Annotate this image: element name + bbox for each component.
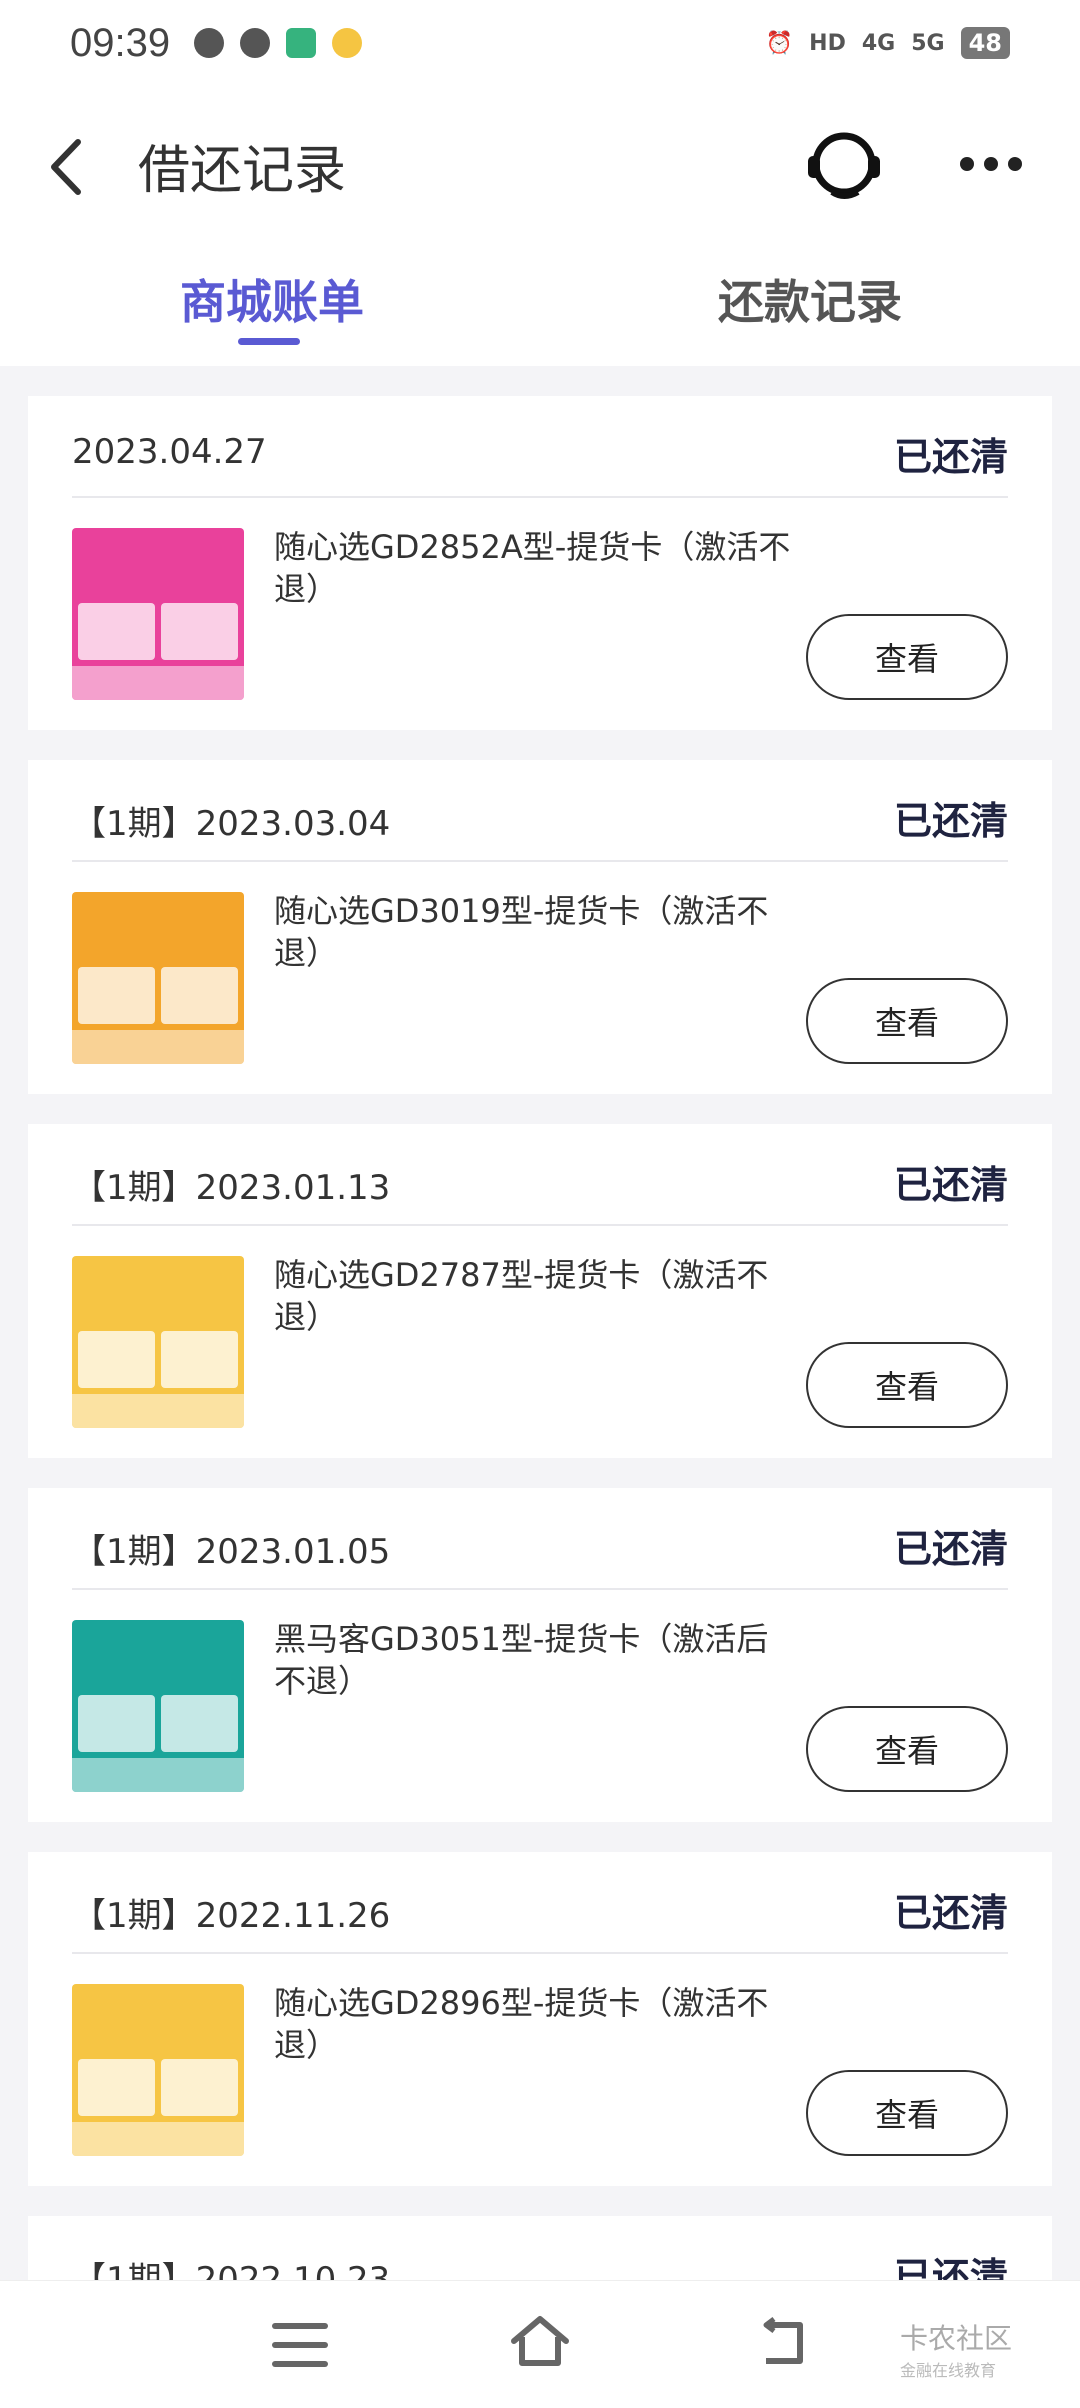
menu-icon [272, 2361, 328, 2367]
return-icon [763, 2317, 803, 2364]
product-thumbnail [72, 528, 244, 700]
view-button[interactable]: 查看 [806, 1706, 1008, 1792]
tab-mall-bills[interactable]: 商城账单 [180, 266, 364, 332]
tab-repayment-records[interactable]: 还款记录 [718, 266, 902, 332]
record-date: 【1期】2023.01.05 [72, 1532, 391, 1572]
record-card: 【1期】2023.01.05 已还清 黑马客GD3051型-提货卡（激活后不退）… [28, 1488, 1052, 1822]
watermark-logo: 卡农社区 金融在线教育 [900, 2317, 1012, 2381]
home-button[interactable] [508, 2311, 572, 2371]
record-card: 【1期】2023.03.04 已还清 随心选GD3019型-提货卡（激活不退） … [28, 760, 1052, 1094]
product-name: 黑马客GD3051型-提货卡（激活后不退） [274, 1620, 769, 1700]
system-nav-bar: 卡农社区 金融在线教育 [0, 2280, 1080, 2408]
view-button[interactable]: 查看 [806, 2070, 1008, 2156]
record-status: 已还清 [893, 1891, 1008, 1935]
record-card: 【1期】2023.01.13 已还清 随心选GD2787型-提货卡（激活不退） … [28, 1124, 1052, 1458]
product-thumbnail [72, 1620, 244, 1792]
record-status: 已还清 [893, 1527, 1008, 1571]
active-tab-indicator [238, 338, 300, 345]
5g-signal-icon: 5G [911, 30, 945, 56]
view-button[interactable]: 查看 [806, 614, 1008, 700]
4g-signal-icon: 4G [861, 30, 896, 56]
menu-icon [272, 2342, 328, 2348]
product-name: 随心选GD2896型-提货卡（激活不退） [274, 1984, 769, 2064]
record-status: 已还清 [893, 435, 1008, 479]
record-status: 已还清 [893, 799, 1008, 843]
back-button[interactable] [38, 132, 98, 202]
more-options-button[interactable] [960, 146, 1030, 182]
records-list: 2023.04.27 已还清 随心选GD2852A型-提货卡（激活不退） 查看 … [28, 396, 1052, 2316]
page-title: 借还记录 [138, 141, 347, 201]
record-date: 【1期】2023.03.04 [72, 804, 391, 844]
message-icon [240, 28, 271, 58]
product-name: 随心选GD2852A型-提货卡（激活不退） [274, 528, 791, 608]
battery-indicator: 48 [960, 27, 1010, 59]
divider [72, 1588, 1008, 1590]
customer-service-button[interactable] [802, 126, 886, 206]
status-time: 09:39 [70, 20, 171, 65]
chevron-left-icon [51, 139, 81, 195]
product-name: 随心选GD2787型-提货卡（激活不退） [274, 1256, 769, 1336]
watermark-subtitle: 金融在线教育 [900, 2361, 997, 2380]
system-icons: ⏰ HD 4G 5G 48 [766, 27, 1010, 59]
hd-icon: HD [809, 30, 846, 56]
divider [72, 496, 1008, 498]
more-dots-icon [960, 157, 974, 171]
view-button[interactable]: 查看 [806, 1342, 1008, 1428]
back-nav-button[interactable] [752, 2315, 808, 2371]
record-card: 2023.04.27 已还清 随心选GD2852A型-提货卡（激活不退） 查看 [28, 396, 1052, 730]
record-date: 【1期】2022.11.26 [72, 1896, 391, 1936]
alarm-icon: ⏰ [765, 30, 794, 56]
more-dots-icon [1008, 157, 1022, 171]
divider [72, 1952, 1008, 1954]
app-header: 借还记录 [0, 86, 1080, 246]
product-name: 随心选GD3019型-提货卡（激活不退） [274, 892, 769, 972]
view-button[interactable]: 查看 [806, 978, 1008, 1064]
record-date: 2023.04.27 [72, 432, 267, 472]
app-notification-icon [194, 28, 225, 58]
status-bar: 09:39 ⏰ HD 4G 5G 48 [0, 0, 1080, 86]
record-card: 【1期】2022.11.26 已还清 随心选GD2896型-提货卡（激活不退） … [28, 1852, 1052, 2186]
home-icon [511, 2316, 569, 2366]
menu-button[interactable] [272, 2323, 328, 2367]
divider [72, 1224, 1008, 1226]
notification-icons [194, 28, 363, 58]
product-thumbnail [72, 892, 244, 1064]
product-thumbnail [72, 1256, 244, 1428]
product-thumbnail [72, 1984, 244, 2156]
record-date: 【1期】2023.01.13 [72, 1168, 391, 1208]
tab-bar: 商城账单 还款记录 [0, 246, 1080, 366]
app-icon [286, 28, 317, 58]
headset-icon [808, 132, 880, 199]
face-icon [332, 28, 363, 58]
more-dots-icon [984, 157, 998, 171]
menu-icon [272, 2323, 328, 2329]
record-status: 已还清 [893, 1163, 1008, 1207]
divider [72, 860, 1008, 862]
watermark-title: 卡农社区 [900, 2322, 1013, 2355]
